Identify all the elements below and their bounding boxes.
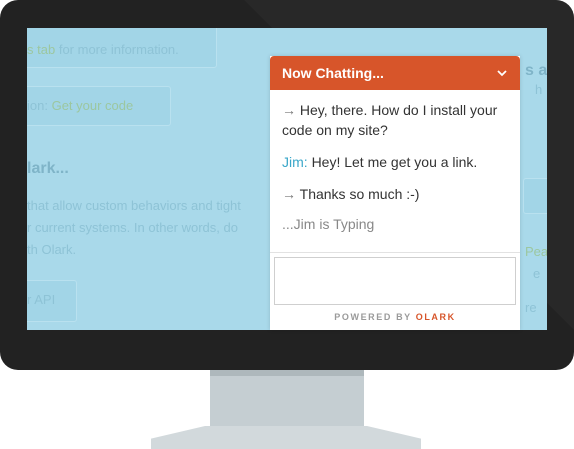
background-line-2: ion: Get your code — [27, 98, 134, 113]
message-visitor: → Thanks so much :-) — [282, 184, 508, 204]
chevron-down-icon[interactable] — [496, 68, 508, 78]
powered-by-footer: POWERED BY OLARK — [270, 312, 520, 322]
background-right-5: re — [525, 300, 537, 315]
arrow-icon: → — [282, 186, 296, 202]
message-agent: Jim: Hey! Let me get you a link. — [282, 152, 508, 172]
background-para-1: that allow custom behaviors and tight — [27, 198, 241, 213]
message-text: Hey! Let me get you a link. — [311, 154, 478, 170]
background-right-4: e — [533, 266, 541, 281]
chat-widget: Now Chatting... → Hey, there. How do I i… — [270, 56, 520, 330]
typing-indicator: ...Jim is Typing — [282, 216, 375, 232]
chat-message-input[interactable] — [274, 257, 516, 305]
message-text: Thanks so much :-) — [299, 186, 420, 202]
background-right-1: s a — [525, 62, 547, 79]
background-link-tab: tab — [37, 42, 56, 57]
monitor-neck — [210, 370, 364, 426]
chat-title: Now Chatting... — [282, 65, 384, 81]
monitor-stand-base — [151, 426, 421, 449]
background-right-3: Pea — [525, 244, 547, 259]
agent-name: Jim: — [282, 154, 308, 170]
background-para-2: r current systems. In other words, do — [27, 220, 238, 235]
message-list: → Hey, there. How do I install your code… — [270, 90, 520, 232]
chat-header[interactable]: Now Chatting... — [270, 56, 520, 90]
background-line-1: s tab for more information. — [27, 42, 179, 57]
background-heading: lark... — [27, 160, 69, 177]
background-link-get-code: Get your code — [51, 98, 134, 113]
powered-by-label: POWERED BY — [334, 312, 412, 322]
background-right-2: h — [535, 82, 543, 97]
background-api-button-label: r API — [27, 292, 56, 307]
message-text: Hey, there. How do I install your code o… — [282, 102, 498, 138]
background-para-3: th Olark. — [27, 242, 77, 257]
message-visitor: → Hey, there. How do I install your code… — [282, 100, 508, 140]
arrow-icon: → — [282, 102, 296, 118]
background-right-box — [523, 178, 547, 214]
brand-link[interactable]: OLARK — [416, 312, 456, 322]
monitor-bezel: s tab for more information. ion: Get you… — [0, 0, 574, 370]
divider — [270, 252, 520, 253]
monitor-neck-shadow — [210, 370, 364, 376]
